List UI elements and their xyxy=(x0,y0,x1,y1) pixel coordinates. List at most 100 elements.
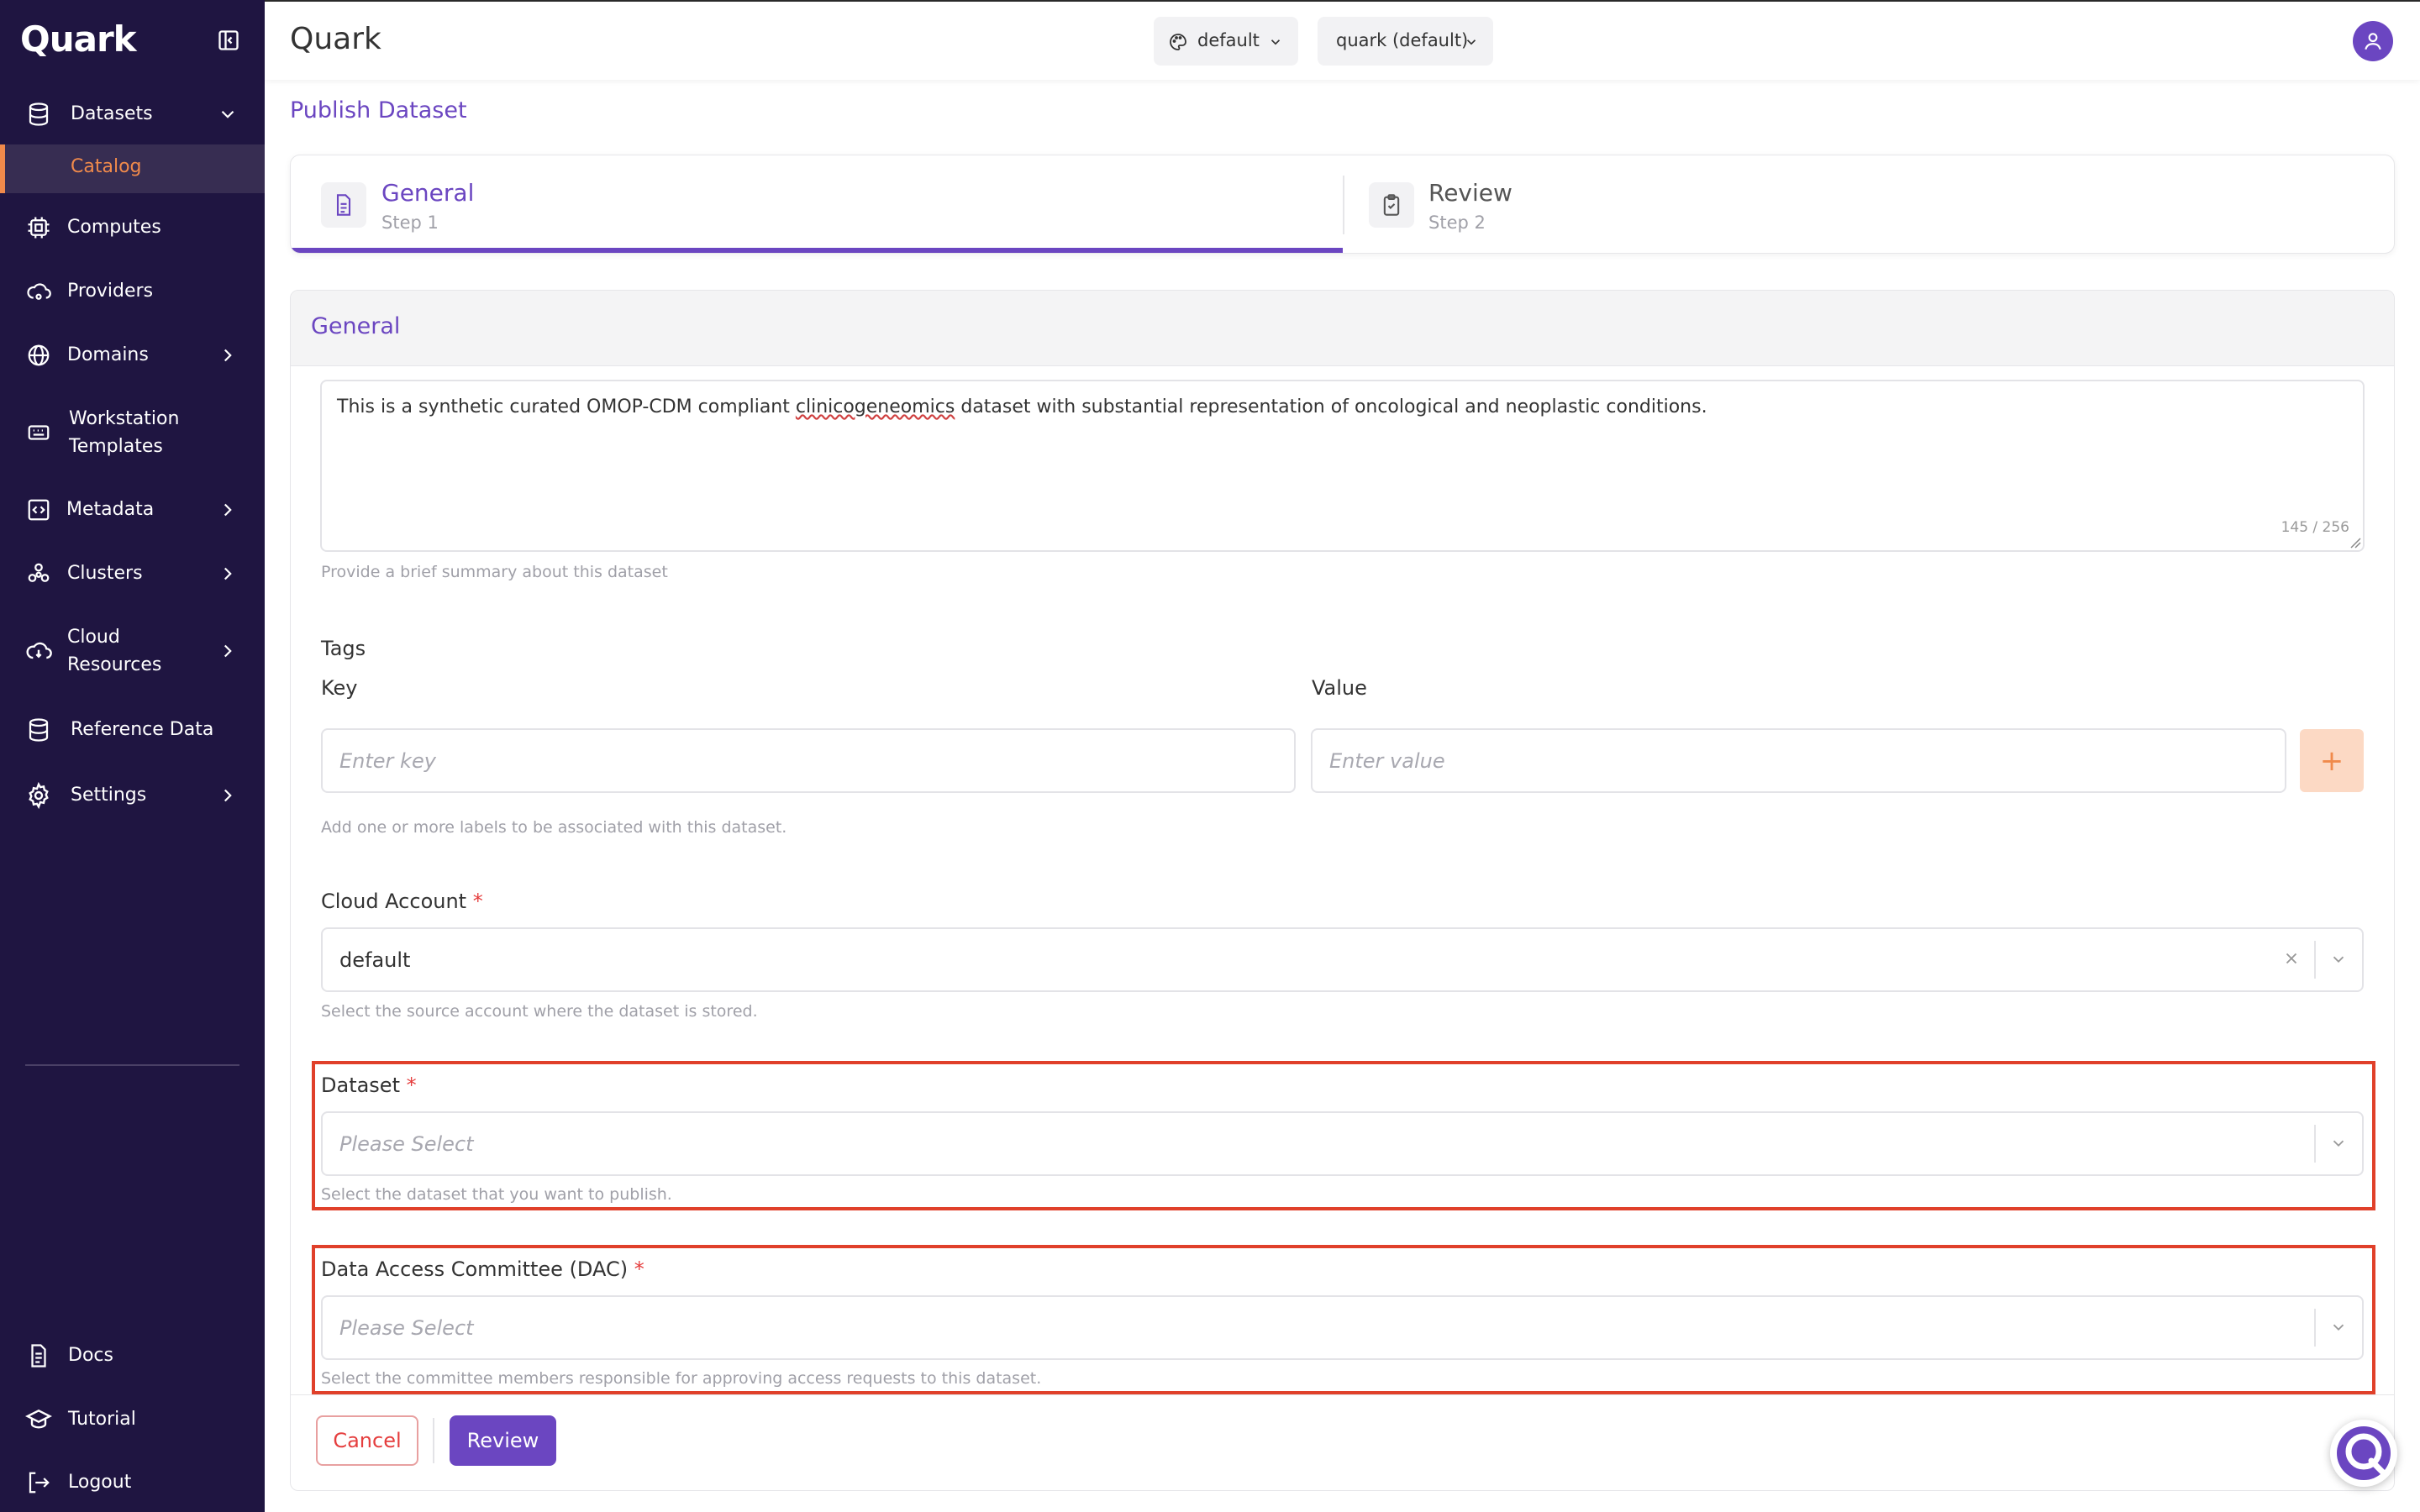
sidebar-item-docs[interactable]: Docs xyxy=(0,1341,265,1369)
sidebar: Quark Datasets Catalog Computes Provider… xyxy=(0,0,265,1512)
chevron-right-icon xyxy=(224,789,232,801)
resize-handle-icon[interactable] xyxy=(2349,537,2361,549)
value-label: Value xyxy=(1312,676,1367,700)
chevron-down-icon xyxy=(1466,39,1476,45)
dataset-select[interactable]: Please Select xyxy=(321,1111,2364,1176)
sidebar-item-logout[interactable]: Logout xyxy=(0,1468,265,1496)
active-indicator xyxy=(0,144,5,193)
review-button[interactable]: Review xyxy=(450,1415,556,1466)
sidebar-item-reference-data[interactable]: Reference Data xyxy=(0,716,265,743)
footer-divider xyxy=(290,1394,2395,1395)
keyboard-icon xyxy=(25,419,52,446)
button-divider xyxy=(433,1418,434,1463)
brand-logo: Quark xyxy=(20,18,137,60)
tag-key-input[interactable]: Enter key xyxy=(321,728,1296,793)
globe-icon xyxy=(25,342,52,369)
chevron-right-icon xyxy=(224,567,232,580)
theme-selector[interactable]: default xyxy=(1154,17,1298,66)
help-chat-icon xyxy=(2337,1426,2391,1480)
sidebar-item-providers[interactable]: Providers xyxy=(0,277,265,305)
sidebar-label: Tutorial xyxy=(68,1409,136,1430)
cloud-account-label: Cloud Account * xyxy=(321,890,483,913)
required-mark: * xyxy=(406,1074,417,1097)
page-title: Publish Dataset xyxy=(290,97,467,123)
dac-select[interactable]: Please Select xyxy=(321,1295,2364,1360)
sidebar-item-datasets[interactable]: Datasets xyxy=(0,100,265,128)
workspace-selector[interactable]: quark (default) xyxy=(1318,17,1493,66)
sidebar-label: Logout xyxy=(68,1472,132,1493)
sidebar-label: Clusters xyxy=(67,563,143,584)
workspace-label: quark (default) xyxy=(1336,30,1469,50)
top-header: Quark default quark (default) xyxy=(265,0,2420,80)
user-avatar[interactable] xyxy=(2353,21,2393,61)
stepper: General Step 1 Review Step 2 xyxy=(290,155,2395,254)
dac-help: Select the committee members responsible… xyxy=(321,1369,1042,1388)
code-icon xyxy=(25,496,52,523)
sidebar-label: Catalog xyxy=(71,156,142,177)
sidebar-item-computes[interactable]: Computes xyxy=(0,213,265,241)
sidebar-label: Providers xyxy=(67,281,154,302)
sidebar-item-tutorial[interactable]: Tutorial xyxy=(0,1405,265,1433)
sidebar-label: Computes xyxy=(67,217,161,238)
cloud-icon xyxy=(25,638,52,664)
sidebar-item-settings[interactable]: Settings xyxy=(0,781,265,809)
step-review[interactable]: Review Step 2 xyxy=(1344,155,2394,253)
sidebar-label: Metadata xyxy=(66,499,155,520)
chevron-down-icon[interactable] xyxy=(2329,1318,2348,1336)
cloud-account-help: Select the source account where the data… xyxy=(321,1002,758,1021)
selected-value: default xyxy=(339,948,411,972)
sidebar-item-clusters[interactable]: Clusters xyxy=(0,559,265,587)
dac-label: Data Access Committee (DAC) * xyxy=(321,1257,644,1281)
chevron-right-icon xyxy=(224,503,232,516)
panel-header: General xyxy=(291,291,2394,366)
chevron-down-icon[interactable] xyxy=(2329,950,2348,969)
document-icon xyxy=(25,1342,52,1369)
chevron-down-icon[interactable] xyxy=(2329,1134,2348,1152)
description-help: Provide a brief summary about this datas… xyxy=(321,563,668,581)
database-icon xyxy=(25,717,52,743)
clear-icon[interactable] xyxy=(2282,949,2301,968)
label-text: Cloud Account xyxy=(321,890,467,913)
required-mark: * xyxy=(472,890,483,913)
step-title: General xyxy=(381,179,475,207)
required-mark: * xyxy=(634,1257,644,1281)
collapse-sidebar-icon[interactable] xyxy=(217,29,240,52)
select-divider xyxy=(2314,1309,2316,1347)
sidebar-label: Templates xyxy=(69,436,163,457)
step-general[interactable]: General Step 1 xyxy=(291,155,1343,253)
sidebar-label: Workstation xyxy=(69,408,180,429)
chevron-right-icon xyxy=(224,644,232,658)
graduation-cap-icon xyxy=(25,1406,52,1433)
sidebar-label: Docs xyxy=(68,1345,113,1366)
select-divider xyxy=(2314,941,2316,979)
sidebar-label: Domains xyxy=(67,344,149,365)
chevron-down-icon xyxy=(221,110,234,118)
help-chat-button[interactable] xyxy=(2330,1420,2397,1487)
misspelled-word: clinicogeneomics xyxy=(795,396,955,417)
sidebar-item-metadata[interactable]: Metadata xyxy=(0,496,265,523)
clipboard-check-icon xyxy=(1369,182,1414,228)
active-step-indicator xyxy=(291,248,1343,253)
cancel-button[interactable]: Cancel xyxy=(316,1415,418,1466)
chevron-down-icon xyxy=(1270,39,1281,45)
sidebar-item-cloud-resources[interactable]: Cloud Resources xyxy=(0,623,265,679)
tags-help: Add one or more labels to be associated … xyxy=(321,818,787,837)
cpu-icon xyxy=(25,214,52,241)
palette-icon xyxy=(1170,34,1186,50)
sidebar-item-catalog[interactable]: Catalog xyxy=(0,144,265,193)
sidebar-label: Resources xyxy=(67,654,162,675)
description-text: dataset with substantial representation … xyxy=(955,396,1707,417)
user-icon xyxy=(2365,33,2381,50)
label-text: Dataset xyxy=(321,1074,400,1097)
description-textarea[interactable]: This is a synthetic curated OMOP-CDM com… xyxy=(320,380,2365,552)
tag-value-input[interactable]: Enter value xyxy=(1311,728,2286,793)
add-tag-button[interactable]: + xyxy=(2300,729,2364,792)
sidebar-item-domains[interactable]: Domains xyxy=(0,341,265,369)
label-text: Data Access Committee (DAC) xyxy=(321,1257,629,1281)
cloud-account-select[interactable]: default xyxy=(321,927,2364,992)
app-title: Quark xyxy=(290,22,381,56)
sidebar-item-workstation-templates[interactable]: Workstation Templates xyxy=(0,405,265,460)
database-icon xyxy=(25,101,52,128)
chevron-right-icon xyxy=(224,349,232,361)
tags-label: Tags xyxy=(321,637,366,660)
